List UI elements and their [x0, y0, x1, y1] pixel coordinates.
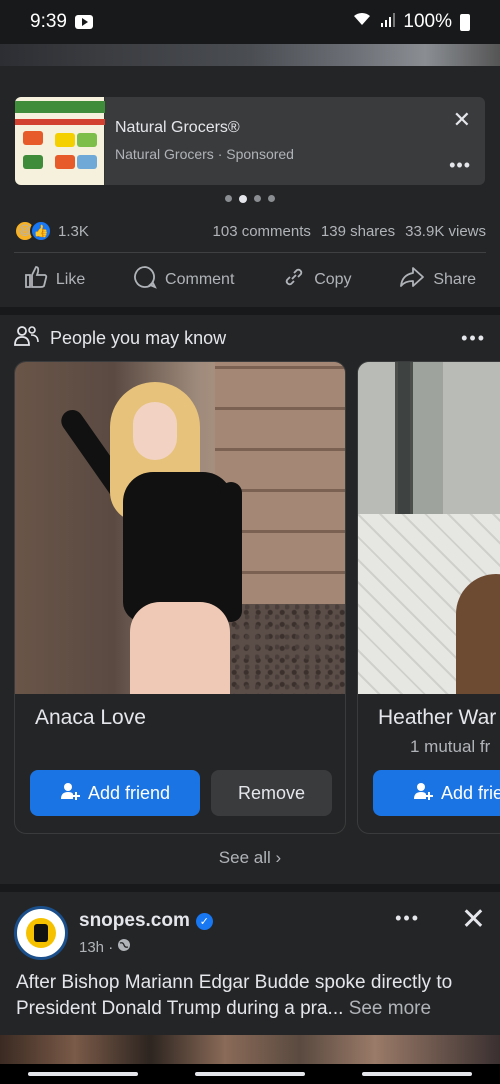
page-avatar[interactable]: [14, 906, 68, 960]
profile-photo[interactable]: [15, 362, 345, 694]
more-options-icon[interactable]: •••: [449, 155, 471, 176]
like-button[interactable]: Like: [24, 266, 85, 294]
battery-percent: 100%: [403, 11, 452, 32]
carousel-dot-active: [239, 195, 247, 203]
link-icon: [282, 265, 306, 295]
pymk-header: People you may know •••: [14, 324, 486, 352]
share-button[interactable]: Share: [399, 266, 476, 294]
ad-subtitle: Natural Grocers · Sponsored: [115, 146, 294, 162]
battery-icon: [460, 13, 470, 31]
add-friend-button[interactable]: Add frie: [373, 770, 500, 816]
system-navigation-bar: [0, 1064, 500, 1084]
like-icon: 👍: [30, 220, 52, 242]
nav-handle[interactable]: [194, 1072, 305, 1076]
see-more-link[interactable]: See more: [349, 998, 431, 1019]
share-icon: [399, 266, 425, 294]
post-image[interactable]: [0, 1035, 500, 1065]
people-icon: [14, 325, 40, 352]
carousel-dot: [254, 195, 261, 202]
pymk-title: People you may know: [50, 327, 227, 348]
section-separator: [0, 884, 500, 892]
previous-post-image[interactable]: [0, 44, 500, 66]
post-time[interactable]: 13h ·: [79, 938, 131, 956]
globe-icon: [117, 938, 131, 956]
views-count: 33.9K views: [405, 222, 486, 240]
ad-thumbnail: [15, 97, 105, 185]
post-actions: Like Comment Copy Share: [0, 260, 500, 300]
comments-count[interactable]: 103 comments: [213, 223, 311, 240]
pymk-card[interactable]: Anaca Love Add friend Remove: [14, 361, 346, 834]
carousel-indicator: [0, 195, 500, 203]
shares-count[interactable]: 139 shares: [321, 223, 395, 240]
post-header: snopes.com ✓ 13h · ••• ✕: [14, 902, 486, 964]
nav-handle[interactable]: [361, 1072, 472, 1076]
nav-handle[interactable]: [28, 1072, 139, 1076]
section-separator: [0, 307, 500, 315]
see-all-link[interactable]: See all ›: [0, 848, 500, 868]
person-name[interactable]: Heather War: [378, 706, 496, 730]
more-options-icon[interactable]: •••: [395, 908, 420, 929]
close-icon[interactable]: ✕: [461, 902, 486, 937]
page-name[interactable]: snopes.com ✓: [79, 910, 213, 932]
pymk-card[interactable]: Heather War 1 mutual fr Add frie: [357, 361, 500, 834]
comment-icon: [133, 265, 157, 295]
mutual-friend-avatars: [378, 739, 406, 757]
close-icon[interactable]: ✕: [453, 107, 471, 133]
profile-photo[interactable]: [358, 362, 500, 694]
add-person-icon: [413, 781, 433, 806]
remove-button[interactable]: Remove: [211, 770, 332, 816]
ad-card[interactable]: Natural Grocers® Natural Grocers · Spons…: [15, 97, 485, 185]
more-options-icon[interactable]: •••: [461, 328, 486, 349]
post-text[interactable]: After Bishop Mariann Edgar Budde spoke d…: [16, 970, 486, 1022]
carousel-dot: [268, 195, 275, 202]
reaction-count[interactable]: 1.3K: [58, 223, 89, 240]
comment-button[interactable]: Comment: [133, 265, 234, 295]
chevron-right-icon: ›: [275, 848, 282, 867]
ad-title: Natural Grocers®: [115, 119, 240, 136]
reactions-summary[interactable]: 😆 👍: [14, 220, 52, 242]
youtube-notification-icon: [74, 15, 93, 29]
signal-icon: [381, 11, 396, 33]
mutual-friends-count[interactable]: 1 mutual fr: [410, 737, 490, 757]
thumbs-up-icon: [24, 266, 48, 294]
engagement-stats: 😆 👍 1.3K 103 comments 139 shares 33.9K v…: [14, 218, 486, 244]
status-time: 9:39: [30, 11, 67, 32]
wifi-icon: [351, 11, 373, 33]
copy-button[interactable]: Copy: [282, 265, 352, 295]
add-person-icon: [60, 781, 80, 806]
person-name[interactable]: Anaca Love: [35, 706, 146, 730]
carousel-dot: [225, 195, 232, 202]
status-bar: 9:39 100%: [0, 0, 500, 44]
add-friend-button[interactable]: Add friend: [30, 770, 200, 816]
divider: [14, 252, 486, 253]
verified-badge-icon: ✓: [195, 912, 213, 930]
